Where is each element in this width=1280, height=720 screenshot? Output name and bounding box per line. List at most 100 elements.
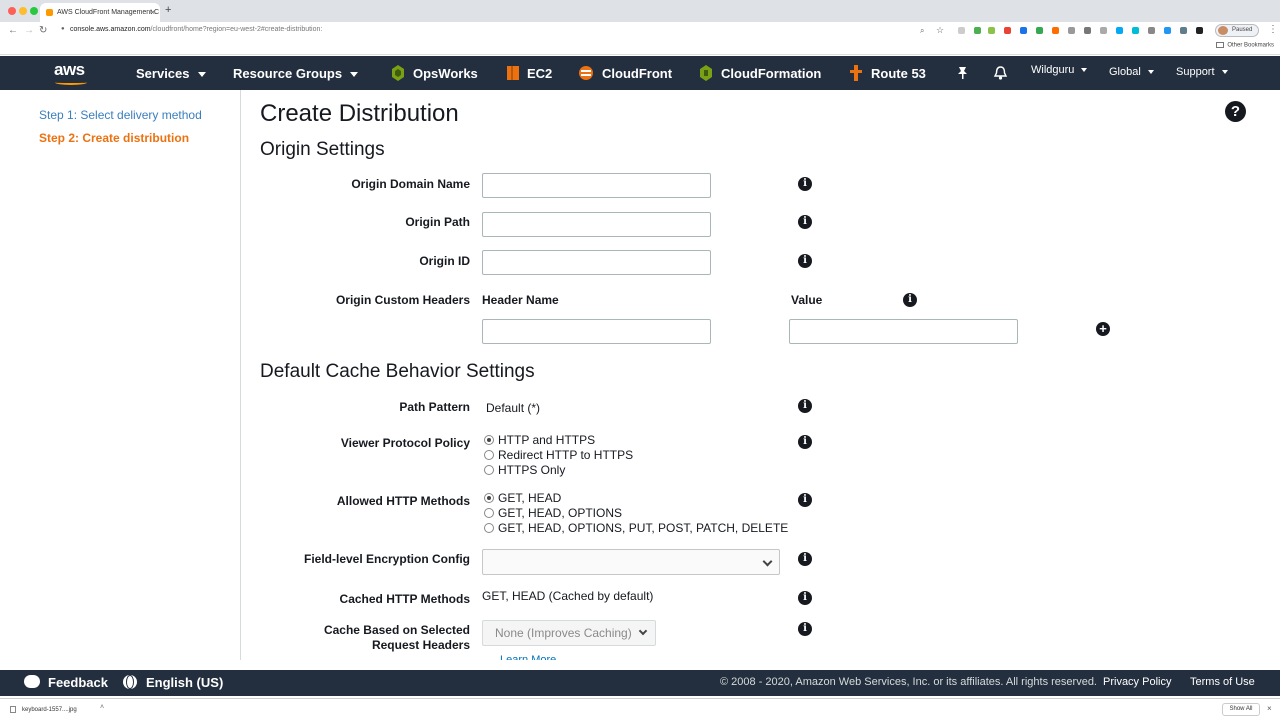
pin-icon[interactable]	[956, 66, 969, 80]
extension-icon[interactable]	[1164, 27, 1171, 34]
cached-methods-value: GET, HEAD (Cached by default)	[482, 589, 654, 603]
browser-tab[interactable]: AWS CloudFront Management C ×	[40, 3, 160, 22]
services-menu[interactable]: Services	[136, 66, 206, 81]
extension-icon[interactable]	[974, 27, 981, 34]
info-icon[interactable]: i	[798, 622, 812, 636]
extension-icon[interactable]	[1004, 27, 1011, 34]
radio-icon	[484, 465, 494, 475]
extension-icon[interactable]	[1180, 27, 1187, 34]
radio-icon	[484, 508, 494, 518]
allowed-methods-option[interactable]: GET, HEAD	[484, 491, 561, 505]
help-icon[interactable]: ?	[1225, 101, 1246, 122]
extension-icon[interactable]	[958, 27, 965, 34]
browser-menu-icon[interactable]: ⋮	[1268, 24, 1278, 35]
extension-icon[interactable]	[1100, 27, 1107, 34]
viewer-protocol-option[interactable]: HTTPS Only	[484, 463, 565, 477]
extension-icon[interactable]	[1132, 27, 1139, 34]
account-menu[interactable]: Wildguru	[1031, 64, 1088, 76]
folder-icon	[1216, 42, 1225, 48]
origin-path-label: Origin Path	[405, 215, 470, 229]
extension-icon[interactable]	[1116, 27, 1123, 34]
extension-icon[interactable]	[1148, 27, 1155, 34]
language-selector[interactable]: English (US)	[146, 675, 223, 690]
origin-domain-input[interactable]	[482, 173, 711, 198]
option-label: HTTP and HTTPS	[498, 433, 596, 447]
header-name-column: Header Name	[482, 293, 559, 307]
bookmark-star-icon[interactable]: ☆	[936, 25, 944, 36]
url-host: console.aws.amazon.com	[70, 26, 151, 33]
maximize-window-icon[interactable]	[30, 7, 38, 15]
extension-icon[interactable]	[1036, 27, 1043, 34]
privacy-policy-link[interactable]: Privacy Policy	[1103, 676, 1171, 688]
info-icon[interactable]: i	[798, 254, 812, 268]
aws-logo-smile-icon	[55, 80, 87, 85]
zoom-icon[interactable]: ⌕	[920, 26, 924, 36]
back-icon[interactable]: ←	[8, 25, 18, 36]
default-cache-behavior-heading: Default Cache Behavior Settings	[260, 361, 535, 382]
extension-icon[interactable]	[1020, 27, 1027, 34]
route53-shortcut[interactable]: Route 53	[871, 66, 926, 81]
show-all-button[interactable]: Show All	[1222, 703, 1260, 716]
origin-domain-label: Origin Domain Name	[351, 177, 470, 191]
url-field[interactable]: console.aws.amazon.com/cloudfront/home?r…	[70, 26, 322, 33]
info-icon[interactable]: i	[798, 493, 812, 507]
terms-of-use-link[interactable]: Terms of Use	[1190, 676, 1255, 688]
info-icon[interactable]: i	[798, 591, 812, 605]
minimize-window-icon[interactable]	[19, 7, 27, 15]
step-1-link[interactable]: Step 1: Select delivery method	[39, 108, 202, 122]
support-menu[interactable]: Support	[1176, 66, 1228, 78]
ec2-shortcut[interactable]: EC2	[527, 66, 552, 81]
path-pattern-label: Path Pattern	[399, 400, 470, 414]
close-icon[interactable]: ×	[1267, 704, 1272, 713]
allowed-methods-option[interactable]: GET, HEAD, OPTIONS, PUT, POST, PATCH, DE…	[484, 521, 788, 535]
header-value-input[interactable]	[789, 319, 1018, 344]
info-icon[interactable]: i	[903, 293, 917, 307]
cache-headers-select[interactable]: None (Improves Caching)	[482, 620, 656, 646]
add-header-icon[interactable]: +	[1096, 322, 1110, 336]
other-bookmarks[interactable]: Other Bookmarks	[1216, 42, 1274, 49]
extension-icon[interactable]	[1068, 27, 1075, 34]
info-icon[interactable]: i	[798, 552, 812, 566]
field-level-encryption-select[interactable]	[482, 549, 780, 575]
viewer-protocol-option[interactable]: Redirect HTTP to HTTPS	[484, 448, 633, 462]
info-icon[interactable]: i	[798, 177, 812, 191]
url-path: /cloudfront/home?region=eu-west-2#create…	[150, 26, 323, 33]
profile-button[interactable]: Paused	[1215, 24, 1259, 37]
cache-headers-label-line2: Request Headers	[371, 638, 470, 652]
close-window-icon[interactable]	[8, 7, 16, 15]
origin-path-input[interactable]	[482, 212, 711, 237]
forward-icon[interactable]: →	[24, 25, 34, 36]
resource-groups-menu[interactable]: Resource Groups	[233, 66, 359, 81]
bell-icon[interactable]	[993, 65, 1008, 81]
header-name-input[interactable]	[482, 319, 711, 344]
extension-icon[interactable]	[988, 27, 995, 34]
feedback-link[interactable]: Feedback	[48, 675, 108, 690]
extension-icon[interactable]	[1196, 27, 1203, 34]
step-2-current: Step 2: Create distribution	[39, 131, 190, 145]
opsworks-shortcut[interactable]: OpsWorks	[413, 66, 478, 81]
region-menu[interactable]: Global	[1109, 66, 1154, 78]
reload-icon[interactable]: ↻	[39, 25, 47, 36]
extension-icon[interactable]	[1052, 27, 1059, 34]
cloudformation-shortcut[interactable]: CloudFormation	[721, 66, 821, 81]
allowed-methods-label: Allowed HTTP Methods	[336, 494, 470, 508]
option-label: Redirect HTTP to HTTPS	[498, 448, 634, 462]
allowed-methods-option[interactable]: GET, HEAD, OPTIONS	[484, 506, 622, 520]
cloudfront-shortcut[interactable]: CloudFront	[602, 66, 672, 81]
caret-down-icon	[1147, 70, 1154, 75]
radio-icon	[484, 450, 494, 460]
info-icon[interactable]: i	[798, 435, 812, 449]
learn-more-link[interactable]: Learn More	[500, 654, 556, 660]
chevron-up-icon[interactable]: ˄	[100, 704, 104, 711]
info-icon[interactable]: i	[798, 215, 812, 229]
extension-icon[interactable]	[1084, 27, 1091, 34]
viewer-protocol-option[interactable]: HTTP and HTTPS	[484, 433, 595, 447]
caret-down-icon	[350, 72, 359, 78]
origin-id-input[interactable]	[482, 250, 711, 275]
tab-close-icon[interactable]: ×	[150, 3, 155, 22]
new-tab-button[interactable]: +	[165, 4, 171, 16]
aws-logo[interactable]: aws	[54, 60, 85, 80]
download-item[interactable]: keyboard-1557....jpg	[10, 706, 77, 713]
support-label: Support	[1176, 66, 1215, 78]
info-icon[interactable]: i	[798, 399, 812, 413]
